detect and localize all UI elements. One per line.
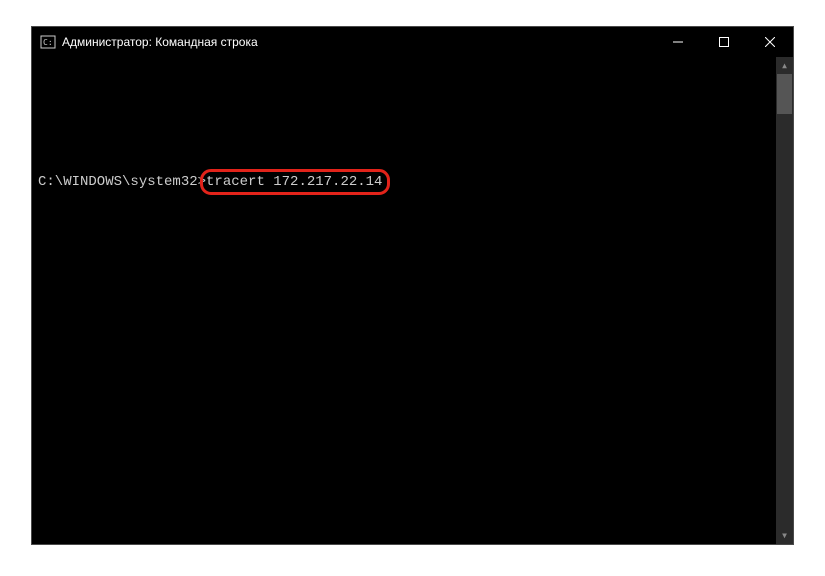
cmd-window: C: Администратор: Командная строка C	[31, 26, 794, 545]
svg-text:C:: C:	[43, 38, 53, 47]
scrollbar[interactable]: ▲ ▼	[776, 57, 793, 544]
scrollbar-thumb[interactable]	[777, 74, 792, 114]
close-button[interactable]	[747, 27, 793, 57]
minimize-button[interactable]	[655, 27, 701, 57]
scroll-up-icon[interactable]: ▲	[776, 57, 793, 74]
cmd-icon: C:	[40, 34, 56, 50]
command-highlight: tracert 172.217.22.14	[206, 173, 382, 191]
scroll-down-icon[interactable]: ▼	[776, 527, 793, 544]
titlebar[interactable]: C: Администратор: Командная строка	[32, 27, 793, 57]
window-title: Администратор: Командная строка	[62, 35, 258, 49]
command-text: tracert 172.217.22.14	[206, 174, 382, 190]
prompt-line: C:\WINDOWS\system32>tracert 172.217.22.1…	[38, 173, 793, 191]
prompt-path: C:\WINDOWS\system32>	[38, 173, 206, 191]
terminal-content: C:\WINDOWS\system32>tracert 172.217.22.1…	[32, 57, 793, 227]
maximize-button[interactable]	[701, 27, 747, 57]
window-controls	[655, 27, 793, 57]
terminal-area[interactable]: C:\WINDOWS\system32>tracert 172.217.22.1…	[32, 57, 793, 544]
